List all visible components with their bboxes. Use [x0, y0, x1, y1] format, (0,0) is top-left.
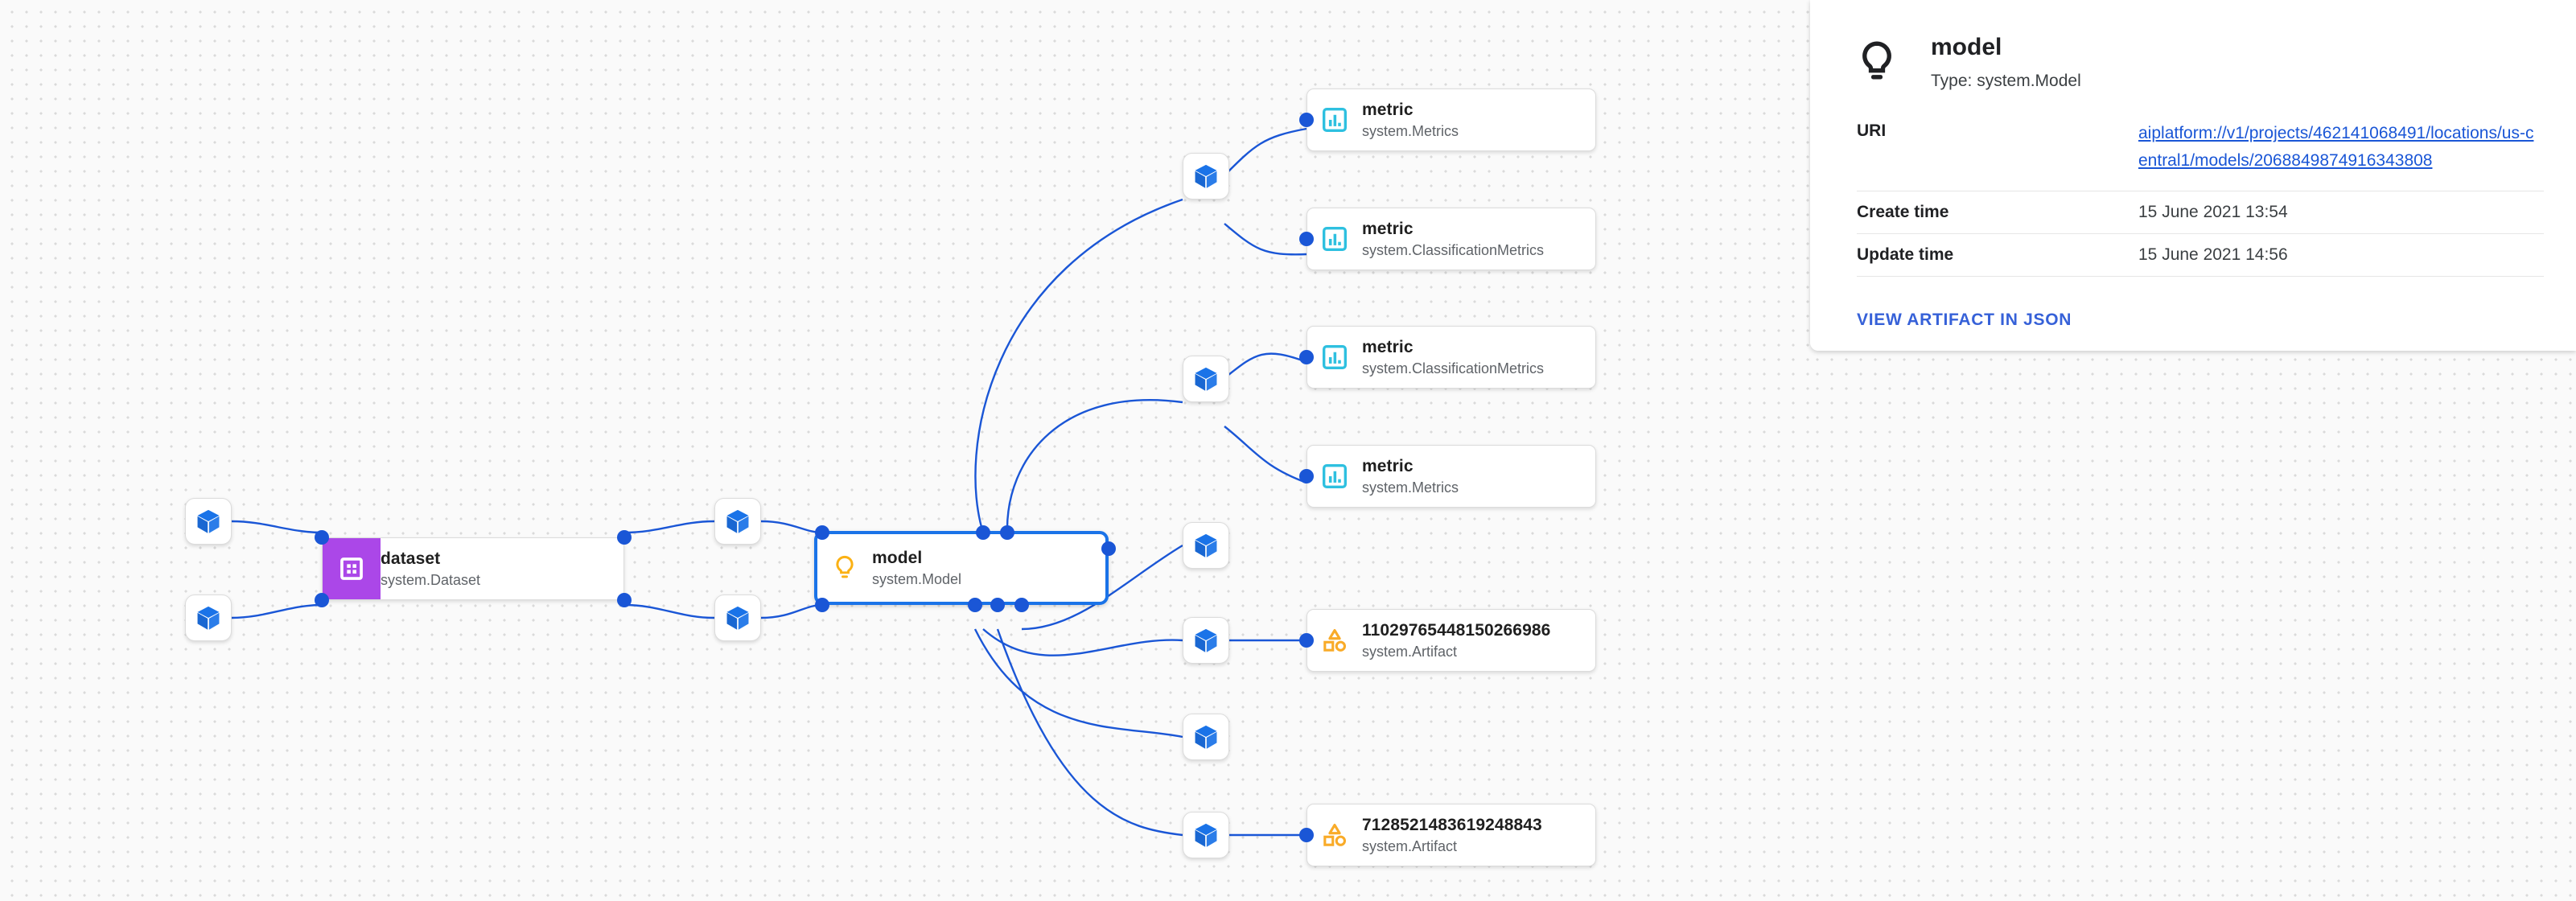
model-port-out-right[interactable] [1101, 541, 1116, 556]
artifact-node-metric-4[interactable]: metric system.Metrics [1307, 445, 1596, 508]
cube-icon [195, 508, 222, 535]
model-node[interactable]: model system.Model [814, 531, 1109, 605]
panel-row-update-time: Update time 15 June 2021 14:56 [1857, 234, 2544, 278]
artifact-node-metric-2[interactable]: metric system.ClassificationMetrics [1307, 208, 1596, 270]
artifact-node-title: metric [1362, 457, 1414, 476]
dataset-node-title: dataset [381, 549, 441, 569]
artifact-node-title: 7128521483619248843 [1362, 816, 1542, 835]
cube-icon [1192, 723, 1220, 751]
panel-header: model Type: system.Model [1810, 0, 2576, 91]
dataset-port-out-bottom[interactable] [617, 593, 632, 607]
dataset-node-subtitle: system.Dataset [381, 571, 481, 588]
artifact-shapes-icon [1307, 627, 1362, 654]
artifact-port-metric-2[interactable] [1299, 232, 1314, 246]
metrics-bar-icon [1307, 106, 1362, 134]
dataset-port-in-top[interactable] [315, 530, 329, 545]
metadata-lineage-view: dataset system.Dataset model system.Mode… [0, 0, 2576, 901]
execution-node-out-1[interactable] [1183, 522, 1229, 569]
model-port-out-bottom-1[interactable] [968, 598, 982, 612]
artifact-node-title: metric [1362, 220, 1414, 239]
artifact-shapes-icon [1307, 821, 1362, 849]
dataset-port-in-bottom[interactable] [315, 593, 329, 607]
cube-icon [1192, 627, 1220, 654]
artifact-node-subtitle: system.Metrics [1362, 479, 1459, 496]
artifact-port-metric-4[interactable] [1299, 469, 1314, 483]
panel-row-key: URI [1857, 121, 1887, 140]
artifact-node-subtitle: system.Artifact [1362, 643, 1458, 660]
panel-property-table: URI aiplatform://v1/projects/46214106849… [1810, 120, 2576, 278]
cube-icon [195, 604, 222, 632]
panel-row-key: Create time [1857, 203, 1949, 222]
execution-node-left-bottom[interactable] [185, 594, 232, 641]
artifact-port-metric-3[interactable] [1299, 350, 1314, 364]
execution-node-out-4[interactable] [1183, 812, 1229, 858]
model-port-out-bottom-3[interactable] [1014, 598, 1029, 612]
artifact-node-artifact-2[interactable]: 7128521483619248843 system.Artifact [1307, 804, 1596, 866]
lightbulb-icon [1842, 34, 1911, 87]
dataset-grid-icon [323, 538, 381, 599]
execution-node-left-top[interactable] [185, 498, 232, 545]
artifact-port-artifact-2[interactable] [1299, 828, 1314, 842]
artifact-node-subtitle: system.ClassificationMetrics [1362, 241, 1545, 258]
panel-row-uri: URI aiplatform://v1/projects/46214106849… [1857, 120, 2544, 192]
artifact-node-subtitle: system.Artifact [1362, 837, 1458, 854]
metrics-bar-icon [1307, 344, 1362, 371]
model-port-out-bottom-2[interactable] [990, 598, 1005, 612]
artifact-node-metric-1[interactable]: metric system.Metrics [1307, 88, 1596, 151]
panel-row-value: aiplatform://v1/projects/462141068491/lo… [2138, 120, 2541, 175]
cube-icon [1192, 532, 1220, 559]
artifact-port-artifact-1[interactable] [1299, 633, 1314, 648]
panel-row-value: 15 June 2021 13:54 [2138, 203, 2288, 222]
cube-icon [724, 604, 751, 632]
dataset-node[interactable]: dataset system.Dataset [322, 537, 624, 600]
uri-link[interactable]: aiplatform://v1/projects/462141068491/lo… [2138, 120, 2541, 175]
artifact-port-metric-1[interactable] [1299, 113, 1314, 127]
execution-node-mid-top[interactable] [714, 498, 761, 545]
lightbulb-icon [817, 554, 872, 582]
panel-actions: VIEW ARTIFACT IN JSON [1810, 277, 2576, 330]
model-port-out-top-2[interactable] [1000, 525, 1014, 540]
artifact-node-title: 11029765448150266986 [1362, 621, 1551, 640]
model-port-out-top-1[interactable] [976, 525, 990, 540]
artifact-node-title: metric [1362, 338, 1414, 357]
panel-type: Type: system.Model [1931, 72, 2081, 90]
panel-row-key: Update time [1857, 245, 1954, 265]
artifact-node-artifact-1[interactable]: 11029765448150266986 system.Artifact [1307, 609, 1596, 672]
execution-node-metrics-1[interactable] [1183, 153, 1229, 200]
execution-node-out-3[interactable] [1183, 714, 1229, 760]
model-port-in-bottom[interactable] [815, 598, 829, 612]
panel-title: model [1931, 34, 2002, 60]
panel-row-create-time: Create time 15 June 2021 13:54 [1857, 191, 2544, 235]
model-node-subtitle: system.Model [872, 570, 962, 587]
dataset-port-out-top[interactable] [617, 530, 632, 545]
model-port-in-top[interactable] [815, 525, 829, 540]
execution-node-metrics-2[interactable] [1183, 356, 1229, 402]
metrics-bar-icon [1307, 225, 1362, 253]
artifact-node-subtitle: system.Metrics [1362, 122, 1459, 139]
execution-node-out-2[interactable] [1183, 617, 1229, 664]
cube-icon [1192, 365, 1220, 393]
cube-icon [1192, 821, 1220, 849]
view-artifact-in-json-button[interactable]: VIEW ARTIFACT IN JSON [1857, 311, 2072, 329]
metrics-bar-icon [1307, 463, 1362, 490]
panel-row-value: 15 June 2021 14:56 [2138, 245, 2288, 265]
artifact-node-metric-3[interactable]: metric system.ClassificationMetrics [1307, 326, 1596, 389]
artifact-node-title: metric [1362, 101, 1414, 120]
cube-icon [724, 508, 751, 535]
artifact-details-panel: model Type: system.Model URI aiplatform:… [1810, 0, 2576, 352]
cube-icon [1192, 163, 1220, 190]
model-node-title: model [872, 549, 923, 568]
artifact-node-subtitle: system.ClassificationMetrics [1362, 360, 1545, 376]
execution-node-mid-bottom[interactable] [714, 594, 761, 641]
